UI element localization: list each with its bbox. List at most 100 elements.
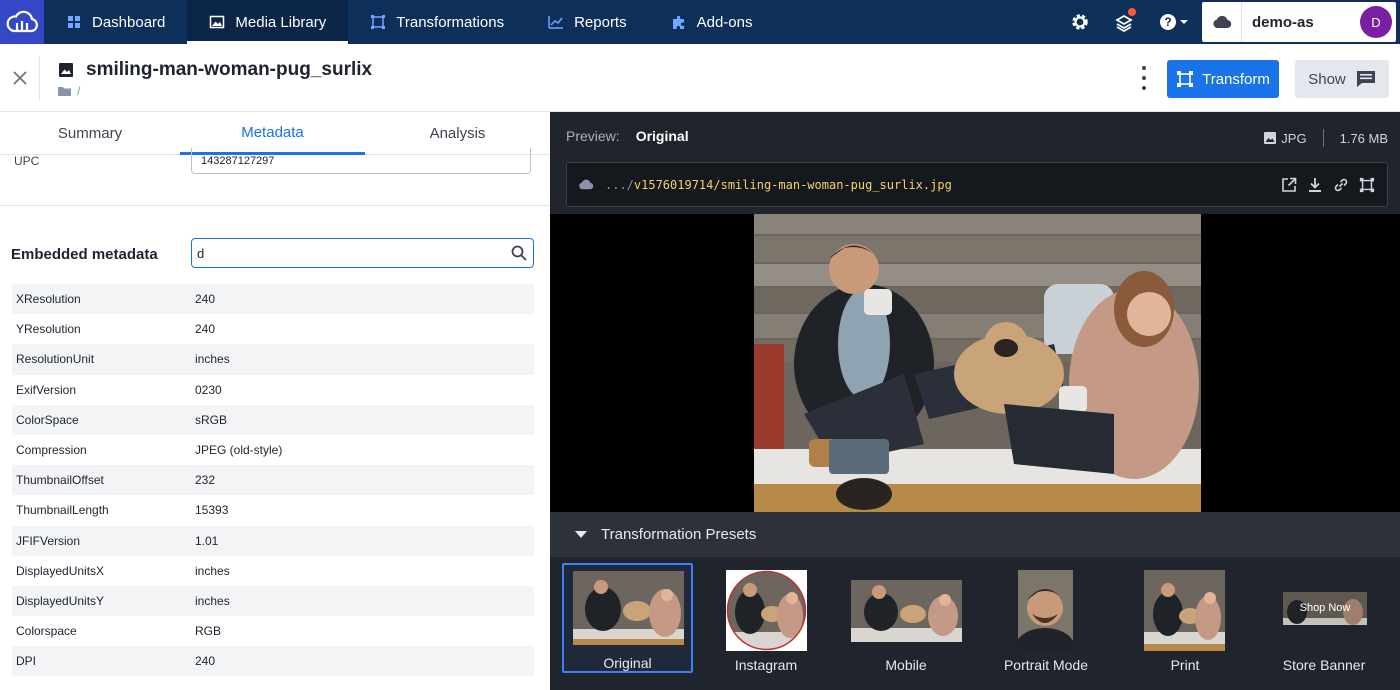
preset-print[interactable]: Print bbox=[1135, 563, 1235, 673]
transform-icon bbox=[1359, 177, 1375, 192]
preset-thumbnail bbox=[1018, 570, 1073, 651]
metadata-search-input[interactable] bbox=[192, 240, 505, 266]
transform-label: Transform bbox=[1202, 70, 1270, 88]
comment-icon bbox=[1356, 71, 1375, 87]
metadata-key: ColorSpace bbox=[16, 412, 79, 427]
download-button[interactable] bbox=[1307, 177, 1323, 193]
preset-portrait-mode[interactable]: Portrait Mode bbox=[996, 563, 1096, 673]
search-button[interactable] bbox=[505, 245, 533, 261]
copy-link-button[interactable] bbox=[1333, 177, 1349, 193]
metadata-value: 0230 bbox=[195, 382, 222, 397]
top-navigation: Dashboard Media Library Transformations … bbox=[0, 0, 1400, 44]
close-icon bbox=[12, 71, 27, 85]
file-size: 1.76 MB bbox=[1339, 130, 1388, 146]
banner-overlay-text: Shop Now bbox=[1299, 602, 1351, 614]
breadcrumb[interactable]: / bbox=[58, 84, 80, 98]
link-icon bbox=[1334, 178, 1348, 191]
transform-url-button[interactable] bbox=[1359, 177, 1375, 193]
nav-dashboard[interactable]: Dashboard bbox=[44, 0, 187, 44]
table-row: ThumbnailLength 15393 bbox=[12, 495, 534, 525]
metadata-panel: Summary Metadata Analysis UPC 1432871272… bbox=[0, 112, 550, 690]
search-icon bbox=[511, 245, 527, 261]
divider bbox=[1322, 129, 1324, 147]
preset-label: Original bbox=[603, 655, 652, 671]
table-row: DisplayedUnitsX inches bbox=[12, 556, 534, 586]
transform-icon bbox=[1177, 71, 1194, 87]
gear-icon bbox=[1072, 14, 1088, 30]
cloud-logo-icon bbox=[6, 10, 38, 33]
presets-toggle[interactable]: Transformation Presets bbox=[550, 512, 1400, 557]
delivery-url-bar: .../v1576019714/smiling-man-woman-pug_su… bbox=[566, 162, 1388, 207]
help-button[interactable]: ? bbox=[1146, 0, 1202, 44]
preset-label: Print bbox=[1170, 657, 1200, 673]
cloudinary-logo[interactable] bbox=[0, 0, 44, 44]
notification-dot bbox=[1128, 8, 1136, 16]
cloud-icon bbox=[1202, 2, 1242, 42]
table-row: ColorSpace sRGB bbox=[12, 404, 534, 435]
metadata-value: 15393 bbox=[195, 503, 229, 518]
embedded-metadata-label: Embedded metadata bbox=[11, 246, 158, 263]
table-row: Compression JPEG (old-style) bbox=[12, 435, 534, 465]
notifications-button[interactable] bbox=[1102, 0, 1146, 44]
table-row: ExifVersion 0230 bbox=[12, 375, 534, 405]
upc-field[interactable]: 143287127297 bbox=[191, 148, 531, 174]
account-switcher[interactable]: demo-as D bbox=[1202, 2, 1396, 42]
asset-header: smiling-man-woman-pug_surlix / Transform… bbox=[0, 44, 1400, 112]
show-button[interactable]: Show bbox=[1295, 60, 1389, 98]
help-icon: ? bbox=[1160, 14, 1188, 30]
metadata-table: XResolution 240 YResolution 240 Resolution… bbox=[12, 284, 534, 677]
metadata-value: 240 bbox=[195, 322, 216, 337]
puzzle-icon bbox=[672, 15, 684, 29]
nav-reports[interactable]: Reports bbox=[526, 0, 649, 44]
metadata-key: JFIFVersion bbox=[16, 533, 81, 548]
metadata-value: JPEG (old-style) bbox=[195, 443, 283, 458]
nav-reports-label: Reports bbox=[574, 13, 627, 31]
url-prefix: .../ bbox=[605, 177, 634, 192]
file-format: JPG bbox=[1281, 130, 1307, 146]
table-row: ThumbnailOffset 232 bbox=[12, 465, 534, 496]
settings-button[interactable] bbox=[1058, 0, 1102, 44]
presets-strip: Original Instagram Mobile Portrait Mode bbox=[550, 557, 1400, 690]
presets-title: Transformation Presets bbox=[601, 526, 757, 543]
nav-media-library-label: Media Library bbox=[235, 13, 327, 31]
preset-label: Portrait Mode bbox=[1003, 657, 1089, 673]
image-preview-area bbox=[550, 214, 1400, 512]
cloud-icon bbox=[567, 179, 605, 190]
avatar[interactable]: D bbox=[1360, 6, 1392, 38]
table-row: Colorspace RGB bbox=[12, 616, 534, 646]
delivery-url[interactable]: .../v1576019714/smiling-man-woman-pug_su… bbox=[605, 178, 1281, 192]
nav-transformations[interactable]: Transformations bbox=[348, 0, 526, 44]
metadata-key: ThumbnailOffset bbox=[16, 473, 104, 488]
more-options-button[interactable] bbox=[1134, 66, 1154, 90]
preset-store-banner[interactable]: Shop Now Store Banner bbox=[1275, 563, 1373, 673]
metadata-value: 240 bbox=[195, 292, 216, 307]
breadcrumb-path: / bbox=[77, 84, 81, 98]
metadata-key: YResolution bbox=[16, 322, 81, 337]
preview-header: Preview: Original bbox=[566, 128, 689, 144]
external-link-icon bbox=[1282, 177, 1297, 192]
nav-add-ons[interactable]: Add-ons bbox=[649, 0, 775, 44]
preset-instagram[interactable]: Instagram bbox=[716, 563, 816, 673]
table-row: ResolutionUnit inches bbox=[12, 344, 534, 375]
preset-thumbnail bbox=[851, 580, 962, 642]
open-external-button[interactable] bbox=[1281, 177, 1297, 193]
metadata-key: Compression bbox=[16, 443, 87, 458]
metadata-key: DisplayedUnitsX bbox=[16, 563, 105, 578]
dashboard-icon bbox=[68, 16, 80, 28]
table-row: XResolution 240 bbox=[12, 284, 534, 315]
preset-original[interactable]: Original bbox=[562, 563, 693, 673]
metadata-value: 240 bbox=[195, 654, 216, 669]
close-button[interactable] bbox=[0, 56, 40, 100]
transform-button[interactable]: Transform bbox=[1167, 60, 1279, 98]
image-icon bbox=[59, 63, 73, 77]
metadata-key: ResolutionUnit bbox=[16, 352, 95, 367]
metadata-key: DPI bbox=[16, 654, 37, 669]
preset-mobile[interactable]: Mobile bbox=[845, 563, 967, 673]
nav-add-ons-label: Add-ons bbox=[696, 13, 753, 31]
tab-summary[interactable]: Summary bbox=[0, 112, 180, 155]
nav-media-library[interactable]: Media Library bbox=[187, 0, 349, 44]
preset-thumbnail bbox=[1144, 570, 1225, 651]
preview-image[interactable] bbox=[754, 214, 1201, 512]
asset-title: smiling-man-woman-pug_surlix bbox=[86, 59, 373, 80]
metadata-value: sRGB bbox=[195, 412, 228, 427]
